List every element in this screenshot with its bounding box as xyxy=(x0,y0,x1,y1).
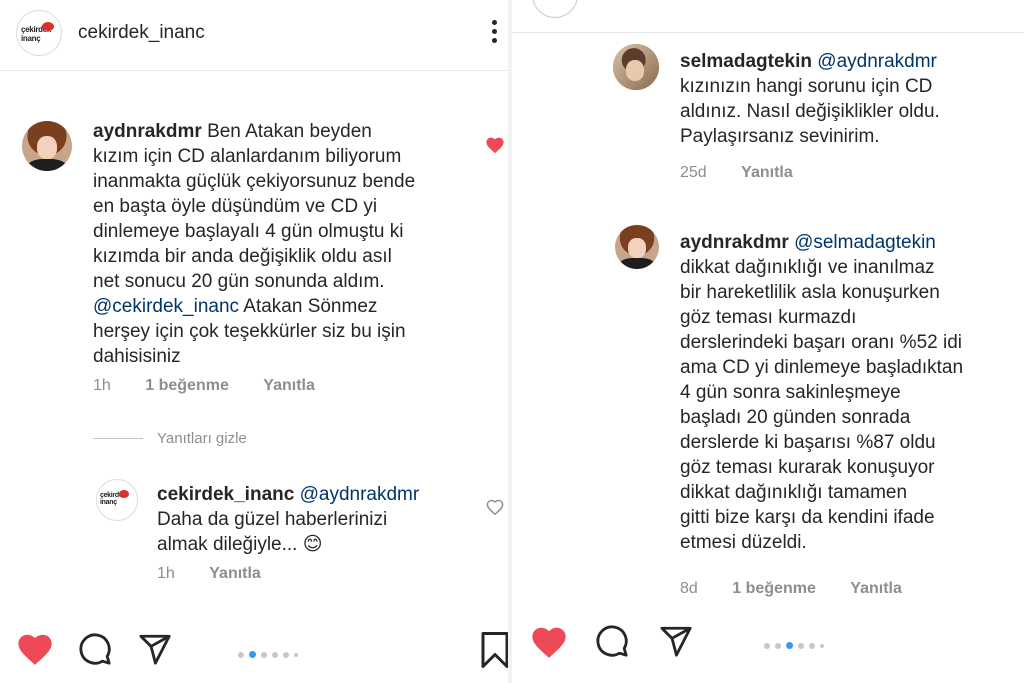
carousel-indicator xyxy=(238,646,303,664)
comment-line: etmesi düzeldi. xyxy=(680,532,807,553)
comment-meta: 25d Yanıtla xyxy=(680,164,793,182)
header-username[interactable]: cekirdek_inanc xyxy=(78,22,205,44)
heart-filled-icon[interactable] xyxy=(530,624,568,660)
reply-like-heart-icon[interactable] xyxy=(486,499,504,515)
smile-emoji-icon: 😊 xyxy=(302,534,323,555)
send-icon[interactable] xyxy=(659,624,693,658)
comment-line: dahisisiniz xyxy=(93,346,181,367)
comment-line: derslerindeki başarı oranı %52 idi xyxy=(680,332,962,353)
commenter-avatar[interactable] xyxy=(22,121,72,171)
reply-line: almak dileğiyle... xyxy=(157,534,298,555)
comment-line: kızım için CD alanlardanım biliyorum xyxy=(93,146,402,167)
comment-body: selmadagtekin @aydnrakdmr kızınızın hang… xyxy=(680,49,1015,149)
comment-meta: 1h 1 beğenme Yanıtla xyxy=(93,377,315,395)
comment-line: Paylaşırsanız sevinirim. xyxy=(680,126,880,147)
bookmark-icon[interactable] xyxy=(480,632,510,668)
comment-reply-button[interactable]: Yanıtla xyxy=(850,580,902,597)
comment-line: aldınız. Nasıl değişiklikler oldu. xyxy=(680,101,940,122)
comment-username[interactable]: aydnrakdmr xyxy=(680,232,789,253)
comment-reply-button[interactable]: Yanıtla xyxy=(741,164,793,181)
more-options-icon[interactable] xyxy=(492,20,498,48)
comment-line: net sonucu 20 gün sonunda aldım. xyxy=(93,271,385,292)
right-screenshot-panel: selmadagtekin @aydnrakdmr kızınızın hang… xyxy=(512,0,1024,683)
comment-line: göz teması kurarak konuşuyor xyxy=(680,457,935,478)
comment-line: başladı 20 günden sonrada xyxy=(680,407,911,428)
reply-username[interactable]: cekirdek_inanc xyxy=(157,484,294,505)
reply-body: cekirdek_inanc @aydnrakdmr Daha da güzel… xyxy=(157,482,477,557)
comment-line: kızımda bir anda değişiklik oldu asıl xyxy=(93,246,392,267)
comment-time: 25d xyxy=(680,164,707,181)
cropped-profile-logo xyxy=(532,0,578,18)
heart-filled-icon[interactable] xyxy=(16,631,54,667)
comment-meta: 8d 1 beğenme Yanıtla xyxy=(680,580,902,598)
comment-liked-heart-icon[interactable] xyxy=(485,136,505,154)
comment-line: ama CD yi dinlemeye başladıktan xyxy=(680,357,964,378)
left-screenshot-panel: çekirdek inanç cekirdek_inanc aydnrakdmr … xyxy=(0,0,512,683)
logo-dot-icon xyxy=(42,22,54,31)
reply-line: Daha da güzel haberlerinizi xyxy=(157,509,388,530)
profile-logo[interactable]: çekirdek inanç xyxy=(16,10,62,56)
divider-line xyxy=(93,438,143,439)
reply-time: 1h xyxy=(157,565,175,582)
comment-mention[interactable]: @selmadagtekin xyxy=(794,232,936,253)
comment-line: dikkat dağınıklığı ve inanılmaz xyxy=(680,257,935,278)
comment-line: herşey için çok teşekkürler siz bu işin xyxy=(93,321,406,342)
comment-body: aydnrakdmr Ben Atakan beyden kızım için … xyxy=(93,119,473,369)
comment-likes-link[interactable]: 1 beğenme xyxy=(732,580,816,597)
comment-username[interactable]: selmadagtekin xyxy=(680,51,812,72)
comment-mention[interactable]: @aydnrakdmr xyxy=(817,51,937,72)
comment-time: 8d xyxy=(680,580,698,597)
comment-reply-button[interactable]: Yanıtla xyxy=(263,377,315,394)
comment-mention[interactable]: @cekirdek_inanc xyxy=(93,296,239,317)
comment-line: dikkat dağınıklığı tamamen xyxy=(680,482,908,503)
carousel-indicator xyxy=(764,637,829,655)
hide-replies-label[interactable]: Yanıtları gizle xyxy=(157,430,247,447)
send-icon[interactable] xyxy=(138,632,172,666)
reply-mention[interactable]: @aydnrakdmr xyxy=(300,484,420,505)
comment-line: bir hareketlilik asla konuşurken xyxy=(680,282,940,303)
comment-line: 4 gün sonra sakinleşmeye xyxy=(680,382,901,403)
comment-line: kızınızın hangi sorunu için CD xyxy=(680,76,933,97)
post-header: çekirdek inanç cekirdek_inanc xyxy=(0,0,512,71)
comment-line: inanmakta güçlük çekiyorsunuz bende xyxy=(93,171,416,192)
comment-line: Ben Atakan beyden xyxy=(207,121,372,142)
comment-username[interactable]: aydnrakdmr xyxy=(93,121,202,142)
reply-reply-button[interactable]: Yanıtla xyxy=(209,565,261,582)
commenter-avatar[interactable] xyxy=(613,44,659,90)
commenter-avatar[interactable] xyxy=(615,225,659,269)
comment-line: gitti bize karşı da kendini ifade xyxy=(680,507,935,528)
comment-line: en başta öyle düşündüm ve CD yi xyxy=(93,196,378,217)
header-divider xyxy=(512,32,1024,33)
comment-icon[interactable] xyxy=(595,624,629,658)
comment-body: aydnrakdmr @selmadagtekin dikkat dağınık… xyxy=(680,230,1020,555)
comment-line: dinlemeye başlayalı 4 gün olmuştu ki xyxy=(93,221,404,242)
reply-avatar[interactable]: çekirdek inanç xyxy=(96,479,138,521)
comment-line: Atakan Sönmez xyxy=(243,296,378,317)
reply-meta: 1h Yanıtla xyxy=(157,565,261,583)
comment-line: derslerde ki başarısı %87 oldu xyxy=(680,432,936,453)
comment-icon[interactable] xyxy=(78,632,112,666)
comment-time: 1h xyxy=(93,377,111,394)
comment-line: göz teması kurmazdı xyxy=(680,307,857,328)
comment-likes-link[interactable]: 1 beğenme xyxy=(145,377,229,394)
